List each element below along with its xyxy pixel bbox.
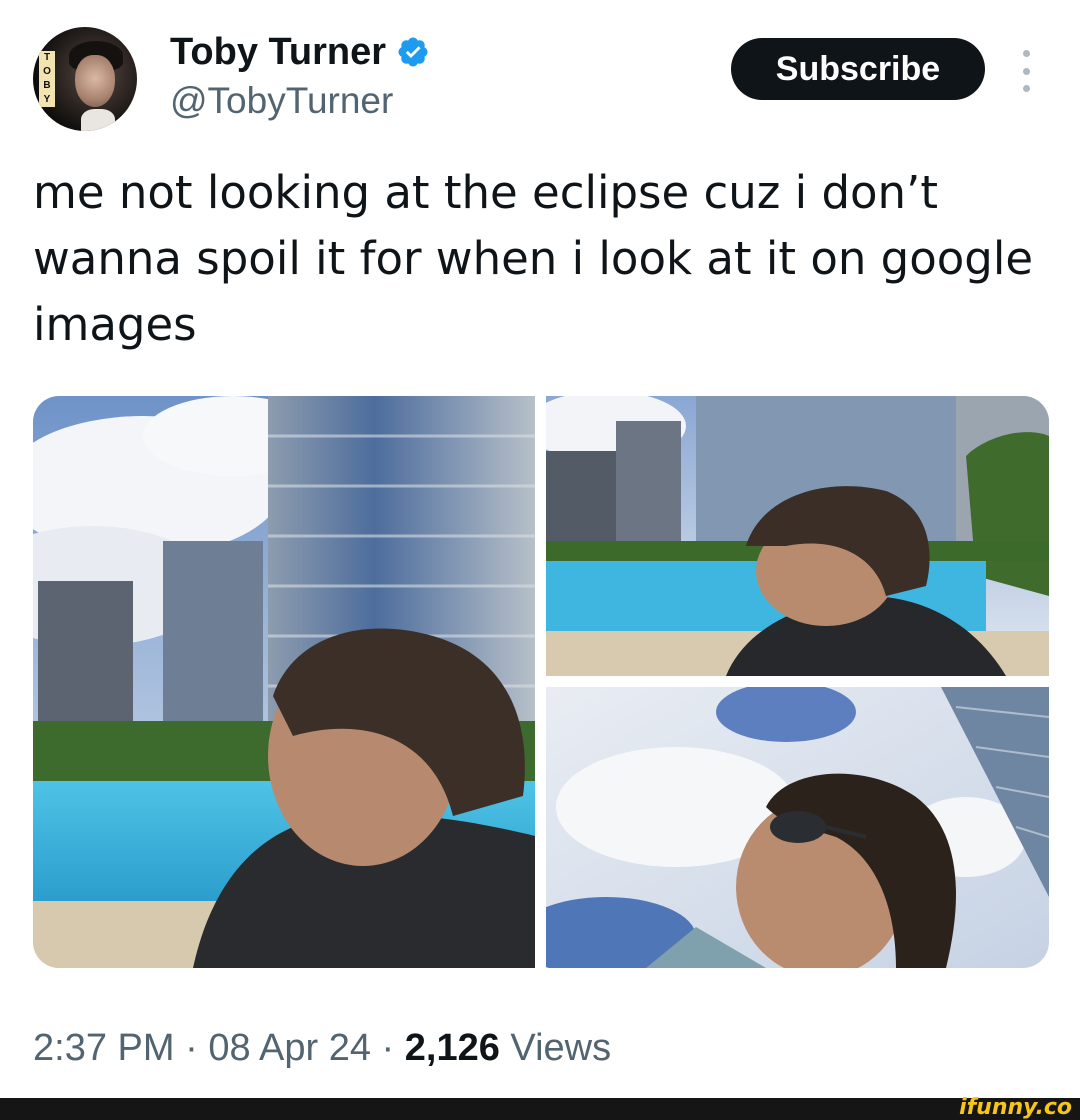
more-dot [1022,67,1030,75]
subscribe-button[interactable]: Subscribe [731,38,985,100]
avatar-logo-letter: Y [43,94,51,105]
more-dot [1022,50,1030,57]
meta-separator: · [174,1026,209,1069]
views-label: Views [499,1026,612,1069]
more-dot [1022,85,1030,92]
avatar-face [75,55,115,107]
photo-pool-sideways[interactable] [546,396,1049,676]
photo-pool-towers[interactable] [33,396,535,968]
ifunny-watermark: ifunny.co [959,1095,1072,1120]
author-handle[interactable]: @TobyTurner [170,80,393,122]
views-count: 2,126 [404,1026,500,1069]
avatar-collar [81,109,115,131]
tweet-time[interactable]: 2:37 PM [33,1027,175,1070]
author-display-name[interactable]: Toby Turner [170,31,386,74]
tweet-text: me not looking at the eclipse cuz i don’… [33,166,1034,351]
meta-separator: · [371,1026,405,1069]
media-grid [33,396,1049,968]
avatar-logo-letter: T [43,52,51,63]
avatar-logo-letter: B [43,80,51,91]
verified-badge-icon [396,35,430,69]
avatar[interactable]: T O B Y [33,27,137,131]
watermark-bar: ifunny.co [0,1095,1080,1120]
avatar-logo-letter: O [43,66,51,77]
more-vertical-icon[interactable] [1014,50,1038,92]
tweet-date[interactable]: 08 Apr 24 [208,1027,371,1070]
tweet-metadata: 2:37 PM · 08 Apr 24 · 2,126 Views [33,1025,611,1071]
avatar-logo-strip: T O B Y [39,51,55,107]
photo-sky-looking-up[interactable] [546,687,1049,968]
author-name-row[interactable]: Toby Turner [170,30,430,74]
